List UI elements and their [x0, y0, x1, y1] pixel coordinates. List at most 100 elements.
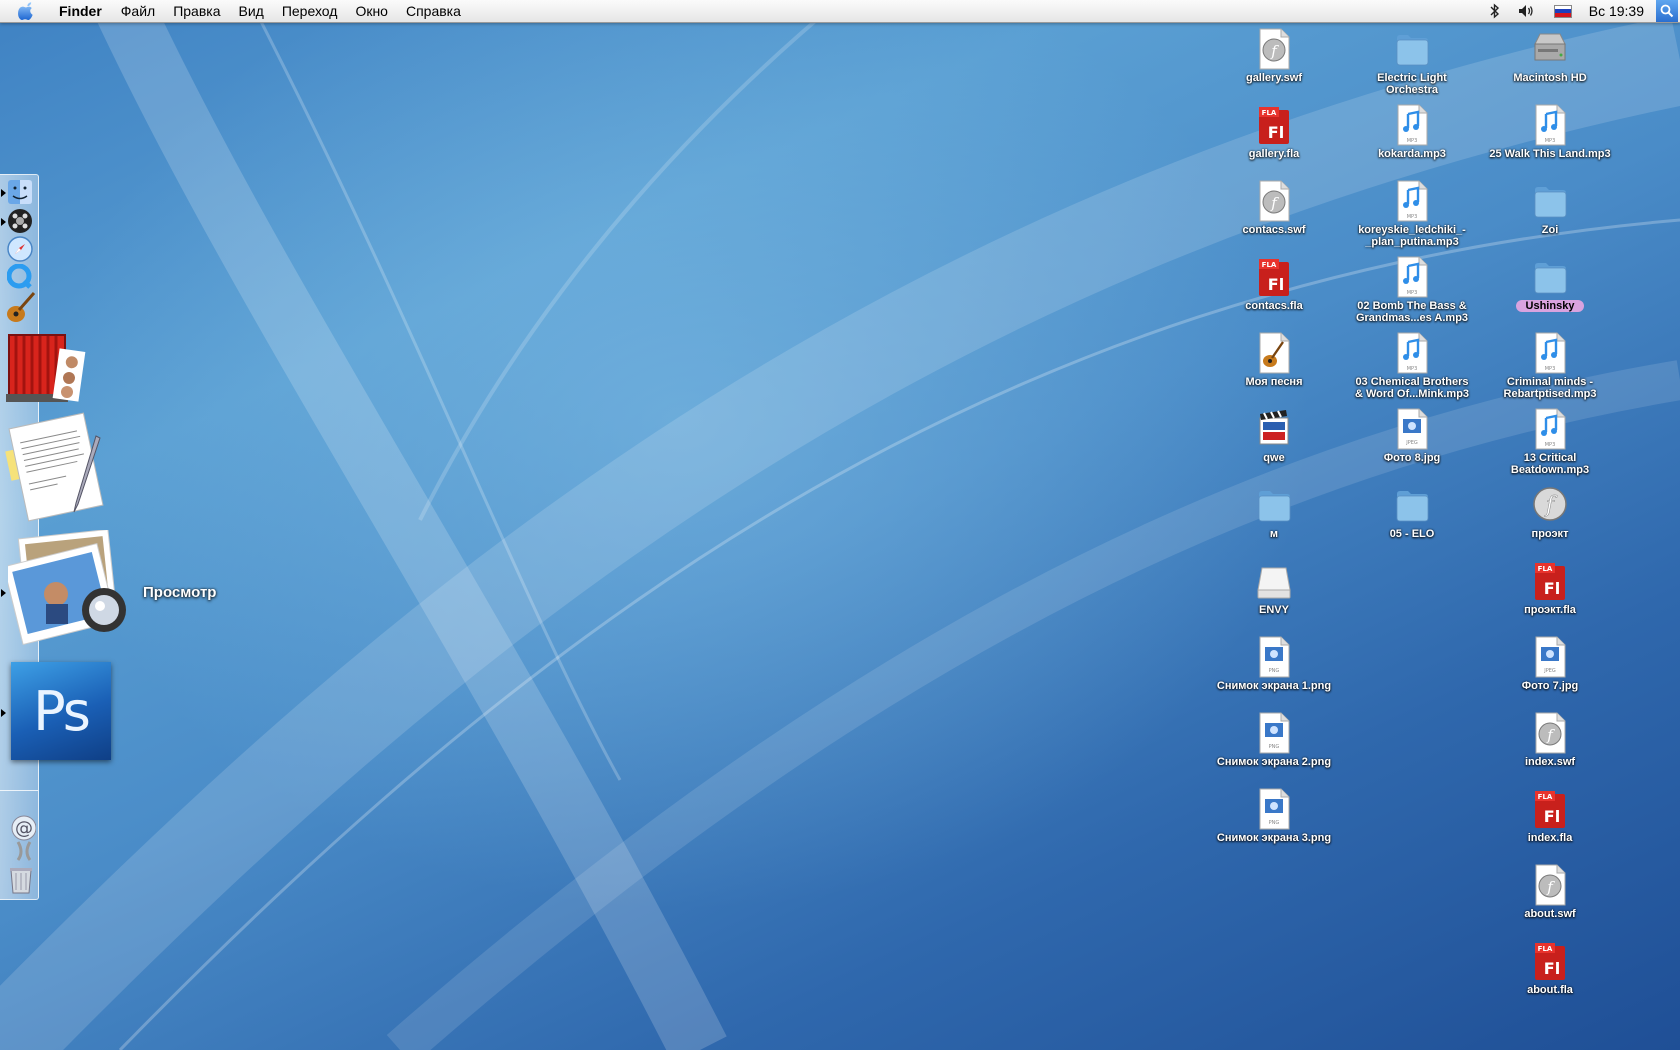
desktop-icon[interactable]: 05 - ELO — [1350, 482, 1474, 554]
desktop-icon-label: index.swf — [1488, 756, 1612, 768]
swf-file-icon: f — [1535, 712, 1566, 754]
apple-menu-icon[interactable] — [18, 2, 36, 20]
menu-view[interactable]: Вид — [230, 0, 273, 22]
desktop-icon[interactable]: PNG Снимок экрана 2.png — [1212, 710, 1336, 782]
desktop-icon[interactable]: MP3 02 Bomb The Bass & Grandmas...es A.mp… — [1350, 254, 1474, 326]
menu-bar: Finder Файл Правка Вид Переход Окно Спра… — [0, 0, 1680, 23]
safari-icon[interactable] — [7, 236, 33, 262]
desktop-icon-label: 03 Chemical Brothers & Word Of...Mink.mp… — [1350, 376, 1474, 400]
mp3-badge: MP3 — [1545, 138, 1556, 144]
desktop-icon[interactable]: Zoi — [1488, 178, 1612, 250]
volume-icon[interactable] — [1518, 4, 1536, 18]
desktop-icon-label: about.swf — [1488, 908, 1612, 920]
desktop-icon[interactable]: FLA Fl index.fla — [1488, 786, 1612, 858]
svg-text:@: @ — [15, 818, 33, 839]
desktop-icon[interactable]: FLA Fl about.fla — [1488, 938, 1612, 1010]
desktop-icon-label-text: проэкт.fla — [1524, 604, 1576, 616]
fla-file-icon: FLA Fl — [1535, 563, 1565, 600]
menu-help[interactable]: Справка — [397, 0, 470, 22]
desktop-icon[interactable]: f contacs.swf — [1212, 178, 1336, 250]
png-file-icon: PNG — [1259, 788, 1290, 830]
desktop-icon-label-text: about.fla — [1527, 984, 1573, 996]
menu-clock[interactable]: Вс 19:39 — [1589, 3, 1644, 19]
desktop-icon-label: проэкт.fla — [1488, 604, 1612, 616]
front-row-icon[interactable] — [6, 330, 86, 408]
png-file-icon: PNG — [1259, 636, 1290, 678]
garageband-icon[interactable] — [5, 290, 37, 324]
bluetooth-icon[interactable] — [1490, 3, 1500, 19]
menu-go[interactable]: Переход — [273, 0, 347, 22]
movie-file-icon — [1259, 410, 1289, 445]
desktop-icon-label-text: 02 Bomb The Bass & Grandmas...es A.mp3 — [1355, 300, 1469, 324]
png-badge: PNG — [1269, 820, 1280, 826]
spotlight-icon[interactable] — [1656, 0, 1678, 22]
menu-window[interactable]: Окно — [346, 0, 397, 22]
fla-badge: FLA — [1538, 793, 1553, 801]
mail-icon[interactable]: @ — [10, 812, 36, 862]
desktop-icon-label-text: м — [1269, 528, 1279, 540]
fla-file-icon: FLA Fl — [1259, 107, 1289, 144]
desktop-icon-label: Моя песня — [1212, 376, 1336, 388]
desktop-icon-label: Ushinsky — [1488, 300, 1612, 312]
dock-running-indicator — [1, 589, 6, 597]
desktop-icon-label: Zoi — [1488, 224, 1612, 236]
trash-icon[interactable] — [9, 866, 33, 894]
desktop-icon[interactable]: f index.swf — [1488, 710, 1612, 782]
desktop-icon[interactable]: ENVY — [1212, 558, 1336, 630]
desktop-icon[interactable]: Моя песня — [1212, 330, 1336, 402]
input-source-flag-icon[interactable] — [1553, 4, 1572, 18]
desktop-icon[interactable]: f проэкт — [1488, 482, 1612, 554]
menu-file[interactable]: Файл — [112, 0, 164, 22]
desktop-icon-label-text: gallery.swf — [1245, 72, 1303, 84]
dock-running-indicator — [1, 218, 6, 226]
menu-edit[interactable]: Правка — [164, 0, 229, 22]
desktop-icon[interactable]: PNG Снимок экрана 3.png — [1212, 786, 1336, 858]
desktop-icon[interactable]: Macintosh HD — [1488, 26, 1612, 98]
desktop-icon-label: koreyskie_ledchiki_-_plan_putina.mp3 — [1350, 224, 1474, 248]
desktop-icon[interactable]: MP3 03 Chemical Brothers & Word Of...Mink… — [1350, 330, 1474, 402]
swf-file-icon: f — [1259, 28, 1290, 70]
desktop-icon-label-text: проэкт — [1531, 528, 1569, 540]
mp3-file-icon: MP3 — [1397, 256, 1428, 298]
fl-glyph: Fl — [1544, 807, 1560, 826]
fl-glyph: Fl — [1268, 275, 1284, 294]
desktop-icon[interactable]: MP3 koreyskie_ledchiki_-_plan_putina.mp3 — [1350, 178, 1474, 250]
desktop-icon[interactable]: FLA Fl проэкт.fla — [1488, 558, 1612, 630]
desktop-icon-label-text: Ushinsky — [1515, 300, 1585, 312]
mp3-file-icon: MP3 — [1397, 104, 1428, 146]
mp3-file-icon: MP3 — [1535, 408, 1566, 450]
desktop-icon[interactable]: qwe — [1212, 406, 1336, 478]
desktop-icon[interactable]: f about.swf — [1488, 862, 1612, 934]
desktop-icon[interactable]: MP3 kokarda.mp3 — [1350, 102, 1474, 174]
jpeg-badge: JPEG — [1543, 668, 1556, 674]
finder-icon[interactable] — [7, 179, 33, 205]
photoshop-icon[interactable]: Ps — [11, 662, 111, 760]
desktop-icon[interactable]: м — [1212, 482, 1336, 554]
desktop-icon[interactable]: MP3 13 Critical Beatdown.mp3 — [1488, 406, 1612, 478]
png-badge: PNG — [1269, 744, 1280, 750]
desktop-icon[interactable]: Electric Light Orchestra — [1350, 26, 1474, 98]
dvd-player-icon[interactable] — [7, 208, 33, 234]
preview-icon[interactable] — [8, 530, 132, 650]
desktop-icon-label-text: kokarda.mp3 — [1378, 148, 1446, 160]
desktop-icon[interactable]: MP3 Criminal minds - Rebartptised.mp3 — [1488, 330, 1612, 402]
quicktime-icon[interactable] — [7, 264, 33, 290]
textedit-icon[interactable] — [4, 412, 120, 522]
fla-badge: FLA — [1262, 109, 1277, 117]
desktop-icon[interactable]: FLA Fl contacs.fla — [1212, 254, 1336, 326]
desktop-icon-label-text: Снимок экрана 1.png — [1216, 680, 1332, 692]
desktop-icon-label: 02 Bomb The Bass & Grandmas...es A.mp3 — [1350, 300, 1474, 324]
desktop-icon[interactable]: JPEG Фото 8.jpg — [1350, 406, 1474, 478]
desktop-icon[interactable]: Ushinsky — [1488, 254, 1612, 326]
desktop-icon-label-text: Снимок экрана 2.png — [1216, 756, 1332, 768]
desktop-icon-label: Electric Light Orchestra — [1350, 72, 1474, 96]
desktop-icon[interactable]: FLA Fl gallery.fla — [1212, 102, 1336, 174]
desktop-icon[interactable]: PNG Снимок экрана 1.png — [1212, 634, 1336, 706]
desktop-icon[interactable]: MP3 25 Walk This Land.mp3 — [1488, 102, 1612, 174]
desktop-icon-label-text: 25 Walk This Land.mp3 — [1489, 148, 1611, 160]
mp3-badge: MP3 — [1407, 138, 1418, 144]
menu-app-name[interactable]: Finder — [50, 0, 112, 22]
desktop-icon[interactable]: f gallery.swf — [1212, 26, 1336, 98]
desktop-icon[interactable]: JPEG Фото 7.jpg — [1488, 634, 1612, 706]
desktop-icon-label: ENVY — [1212, 604, 1336, 616]
